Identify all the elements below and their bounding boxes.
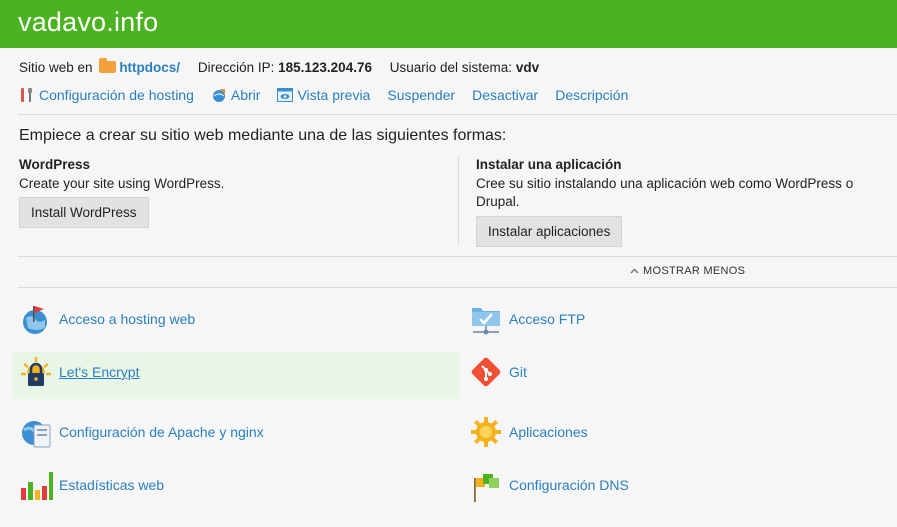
chevron-up-icon — [630, 268, 639, 274]
site-location: Sitio web en httpdocs/ — [19, 58, 184, 75]
ip-address: Dirección IP: 185.123.204.76 — [198, 60, 376, 75]
wordpress-section: WordPress Create your site using WordPre… — [19, 156, 224, 228]
open-globe-icon — [212, 89, 225, 102]
tool-web-statistics[interactable]: Estadísticas web — [19, 468, 164, 502]
tool-label: Acceso FTP — [509, 311, 586, 327]
tool-lets-encrypt[interactable]: Let's Encrypt — [19, 355, 140, 389]
tool-git[interactable]: Git — [469, 355, 527, 389]
server-globe-icon — [19, 415, 53, 449]
divider — [18, 256, 897, 257]
hosting-settings-icon — [21, 88, 32, 102]
ip-label: Dirección IP: — [197, 60, 275, 75]
open-label: Abrir — [230, 87, 261, 103]
page-title: vadavo.info — [18, 7, 159, 37]
site-info: Sitio web en httpdocs/ Dirección IP: 185… — [19, 58, 553, 75]
apps-heading: Instalar una aplicación — [476, 157, 622, 172]
tool-label: Let's Encrypt — [59, 364, 140, 380]
intro-text: Empiece a crear su sitio web mediante un… — [19, 127, 507, 144]
tool-applications[interactable]: Aplicaciones — [469, 415, 588, 449]
docroot-link[interactable]: httpdocs/ — [119, 60, 180, 75]
tool-label: Git — [509, 364, 527, 380]
site-header: vadavo.info — [0, 0, 897, 48]
column-separator — [458, 156, 459, 246]
tool-web-hosting-access[interactable]: Acceso a hosting web — [19, 302, 195, 336]
ip-value: 185.123.204.76 — [278, 60, 372, 75]
suspend-link[interactable]: Suspender — [387, 87, 455, 103]
preview-icon — [277, 88, 294, 102]
bar-chart-icon — [19, 468, 53, 502]
hosting-settings-link[interactable]: Configuración de hosting — [19, 87, 194, 103]
tool-ftp-access[interactable]: Acceso FTP — [469, 302, 585, 336]
user-value: vdv — [515, 60, 540, 75]
install-wordpress-button[interactable]: Install WordPress — [19, 197, 149, 228]
ftp-folder-icon — [469, 302, 503, 336]
description-link[interactable]: Descripción — [555, 87, 628, 103]
tool-label: Estadísticas web — [59, 477, 165, 493]
lock-sun-icon — [19, 355, 53, 389]
open-link[interactable]: Abrir — [211, 87, 261, 103]
apps-text-line2: Drupal. — [476, 194, 520, 209]
tool-label: Aplicaciones — [509, 424, 588, 440]
wordpress-heading: WordPress — [19, 157, 91, 172]
tool-label: Acceso a hosting web — [59, 311, 196, 327]
site-prefix-label: Sitio web en — [19, 60, 93, 75]
git-icon — [469, 355, 503, 389]
system-user: Usuario del sistema: vdv — [390, 60, 539, 75]
tool-dns-settings[interactable]: Configuración DNS — [469, 468, 629, 502]
tool-label: Configuración DNS — [509, 477, 629, 493]
preview-link[interactable]: Vista previa — [277, 87, 370, 103]
preview-label: Vista previa — [297, 87, 371, 103]
gear-icon — [469, 415, 503, 449]
tool-apache-nginx[interactable]: Configuración de Apache y nginx — [19, 415, 264, 449]
user-label: Usuario del sistema: — [389, 60, 513, 75]
show-less-label: MOSTRAR MENOS — [643, 265, 746, 277]
divider — [18, 114, 897, 115]
apps-text-line1: Cree su sitio instalando una aplicación … — [476, 175, 854, 191]
wordpress-text: Create your site using WordPress. — [19, 175, 225, 191]
deactivate-link[interactable]: Desactivar — [472, 87, 538, 103]
tool-label: Configuración de Apache y nginx — [59, 424, 264, 440]
install-apps-button[interactable]: Instalar aplicaciones — [476, 215, 623, 247]
dns-flags-icon — [469, 468, 503, 502]
hosting-settings-label: Configuración de hosting — [39, 87, 194, 103]
globe-flag-icon — [19, 302, 53, 336]
divider — [18, 287, 897, 288]
site-actions: Configuración de hosting Abrir Vista pre… — [19, 87, 645, 103]
folder-icon — [99, 58, 117, 73]
apps-section: Instalar una aplicación Cree su sitio in… — [476, 156, 853, 247]
show-less-toggle[interactable]: MOSTRAR MENOS — [630, 265, 745, 277]
